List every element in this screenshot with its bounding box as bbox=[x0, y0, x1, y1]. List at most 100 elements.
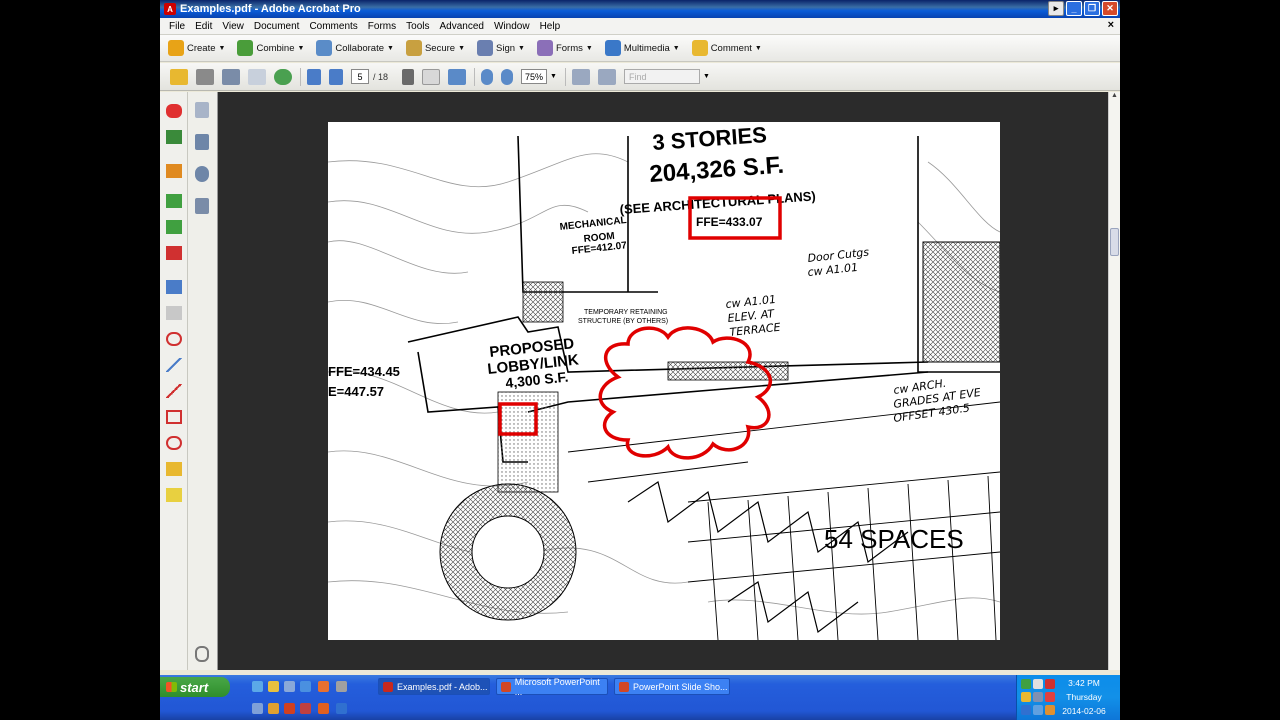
page-number-input[interactable]: 5 bbox=[351, 69, 369, 84]
fit-page-icon[interactable] bbox=[571, 68, 590, 85]
forms-button[interactable]: Forms ▼ bbox=[536, 40, 593, 56]
quicklaunch-extra-6-icon[interactable] bbox=[336, 703, 347, 714]
attachments-icon[interactable] bbox=[195, 646, 209, 662]
arrow-icon[interactable]: ▸ bbox=[1048, 1, 1064, 16]
quicklaunch-app-icon[interactable] bbox=[336, 681, 347, 692]
menu-window[interactable]: Window bbox=[489, 21, 535, 32]
find-input[interactable]: Find bbox=[623, 69, 700, 84]
email-icon[interactable] bbox=[248, 68, 266, 85]
taskbar-item-label: PowerPoint Slide Sho... bbox=[633, 681, 728, 692]
clock-date: 2014-02-06 bbox=[1062, 706, 1106, 716]
pages-icon[interactable] bbox=[195, 102, 209, 118]
taskbar-item-slideshow[interactable]: PowerPoint Slide Sho... bbox=[614, 678, 730, 695]
menu-forms[interactable]: Forms bbox=[363, 21, 401, 32]
tray-display-icon[interactable] bbox=[1033, 692, 1043, 702]
next-page-icon[interactable] bbox=[329, 68, 343, 85]
create-button[interactable]: Create ▼ bbox=[168, 40, 225, 56]
underline-icon[interactable] bbox=[166, 220, 182, 234]
line-tool-icon[interactable] bbox=[166, 384, 182, 398]
taskbar-item-acrobat[interactable]: Examples.pdf - Adob... bbox=[378, 678, 490, 695]
tray-update-icon[interactable] bbox=[1021, 692, 1031, 702]
label-temp-wall-2: STRUCTURE (BY OTHERS) bbox=[578, 318, 668, 325]
taskbar-item-powerpoint[interactable]: Microsoft PowerPoint ... bbox=[496, 677, 608, 697]
document-view[interactable]: 3 STORIES 204,326 S.F. (SEE ARCHITECTURA… bbox=[218, 92, 1108, 670]
maximize-button[interactable]: ❐ bbox=[1084, 1, 1100, 16]
hand-tool-icon[interactable] bbox=[422, 68, 441, 85]
arrow-tool-icon[interactable] bbox=[166, 358, 182, 372]
pencil-tool-icon[interactable] bbox=[166, 462, 182, 476]
oval-tool-icon[interactable] bbox=[166, 436, 182, 450]
menu-help[interactable]: Help bbox=[535, 21, 566, 32]
menu-document[interactable]: Document bbox=[249, 21, 305, 32]
menu-view[interactable]: View bbox=[217, 21, 249, 32]
strikethrough-icon[interactable] bbox=[166, 246, 182, 260]
save-icon[interactable] bbox=[222, 68, 240, 85]
explorer-icon[interactable] bbox=[318, 681, 329, 692]
menu-comments[interactable]: Comments bbox=[304, 21, 362, 32]
label-ffe-left-1: FFE=434.45 bbox=[328, 364, 400, 379]
zoom-level-input[interactable]: 75% bbox=[521, 69, 548, 84]
windows-taskbar: start Examples.pdf - Adob... Microsoft P… bbox=[160, 675, 1120, 720]
stamp-icon[interactable] bbox=[166, 164, 182, 178]
comment-icon bbox=[691, 40, 708, 56]
sticky-note-icon[interactable] bbox=[166, 104, 182, 118]
tray-app-2-icon[interactable] bbox=[1033, 705, 1043, 715]
callout-icon[interactable] bbox=[166, 280, 182, 294]
textbox-icon[interactable] bbox=[166, 306, 182, 320]
comment-tools-panel bbox=[160, 92, 188, 670]
close-button[interactable]: ✕ bbox=[1102, 1, 1118, 16]
quicklaunch-extra-2-icon[interactable] bbox=[268, 703, 279, 714]
tray-app-1-icon[interactable] bbox=[1021, 705, 1031, 715]
menu-tools[interactable]: Tools bbox=[401, 21, 434, 32]
menu-edit[interactable]: Edit bbox=[190, 21, 217, 32]
print-icon[interactable] bbox=[196, 68, 214, 85]
zoom-in-icon[interactable] bbox=[501, 68, 514, 85]
previous-page-icon[interactable] bbox=[307, 68, 321, 85]
signatures-icon[interactable] bbox=[195, 198, 209, 214]
combine-button[interactable]: Combine ▼ bbox=[237, 40, 304, 56]
scroll-up-icon[interactable]: ▲ bbox=[1109, 92, 1120, 104]
quicklaunch-extra-1-icon[interactable] bbox=[252, 703, 263, 714]
collaborate-button[interactable]: Collaborate ▼ bbox=[316, 40, 394, 56]
highlight-icon[interactable] bbox=[166, 194, 182, 208]
menu-advanced[interactable]: Advanced bbox=[435, 21, 489, 32]
ie-icon[interactable] bbox=[252, 681, 263, 692]
tray-network-icon[interactable] bbox=[1021, 679, 1031, 689]
layers-icon[interactable] bbox=[195, 166, 209, 182]
minimize-button[interactable]: _ bbox=[1066, 1, 1082, 16]
zoom-out-icon[interactable] bbox=[481, 68, 494, 85]
pdf-page[interactable]: 3 STORIES 204,326 S.F. (SEE ARCHITECTURA… bbox=[328, 122, 1000, 640]
show-desktop-icon[interactable] bbox=[284, 681, 295, 692]
fit-width-icon[interactable] bbox=[597, 68, 616, 85]
secure-button[interactable]: Secure ▼ bbox=[405, 40, 465, 56]
zoom-dropdown-icon[interactable]: ▼ bbox=[550, 73, 557, 80]
clock[interactable]: 3:42 PM Thursday 2014-02-06 bbox=[1054, 678, 1114, 716]
quicklaunch-extra-3-icon[interactable] bbox=[284, 703, 295, 714]
menu-file[interactable]: File bbox=[164, 21, 190, 32]
sign-button[interactable]: Sign ▼ bbox=[477, 40, 525, 56]
scroll-thumb[interactable] bbox=[1110, 228, 1119, 256]
label-mech-ffe: FFE=412.07 bbox=[571, 240, 628, 257]
open-folder-icon[interactable] bbox=[170, 68, 188, 85]
eraser-tool-icon[interactable] bbox=[166, 488, 182, 502]
acrobat-icon: A bbox=[164, 3, 176, 15]
multimedia-button[interactable]: Multimedia ▼ bbox=[604, 40, 680, 56]
start-button[interactable]: start bbox=[160, 677, 230, 697]
comment-button[interactable]: Comment ▼ bbox=[691, 40, 762, 56]
quicklaunch-extra-4-icon[interactable] bbox=[300, 703, 311, 714]
find-dropdown-icon[interactable]: ▼ bbox=[703, 73, 710, 80]
quicklaunch-extra-5-icon[interactable] bbox=[318, 703, 329, 714]
cloud-icon[interactable] bbox=[166, 332, 182, 346]
marquee-zoom-icon[interactable] bbox=[448, 68, 467, 85]
vertical-scrollbar[interactable]: ▲ bbox=[1108, 92, 1120, 670]
rectangle-tool-icon[interactable] bbox=[166, 410, 182, 424]
tray-volume-icon[interactable] bbox=[1033, 679, 1043, 689]
outlook-icon[interactable] bbox=[268, 681, 279, 692]
media-icon[interactable] bbox=[300, 681, 311, 692]
close-document-button[interactable]: × bbox=[1108, 19, 1114, 31]
collaborate-globe-icon[interactable] bbox=[274, 68, 292, 85]
select-cursor-icon[interactable] bbox=[402, 68, 415, 85]
bookmarks-icon[interactable] bbox=[195, 134, 209, 150]
text-edit-icon[interactable] bbox=[166, 130, 182, 144]
powerpoint-icon bbox=[501, 681, 511, 692]
